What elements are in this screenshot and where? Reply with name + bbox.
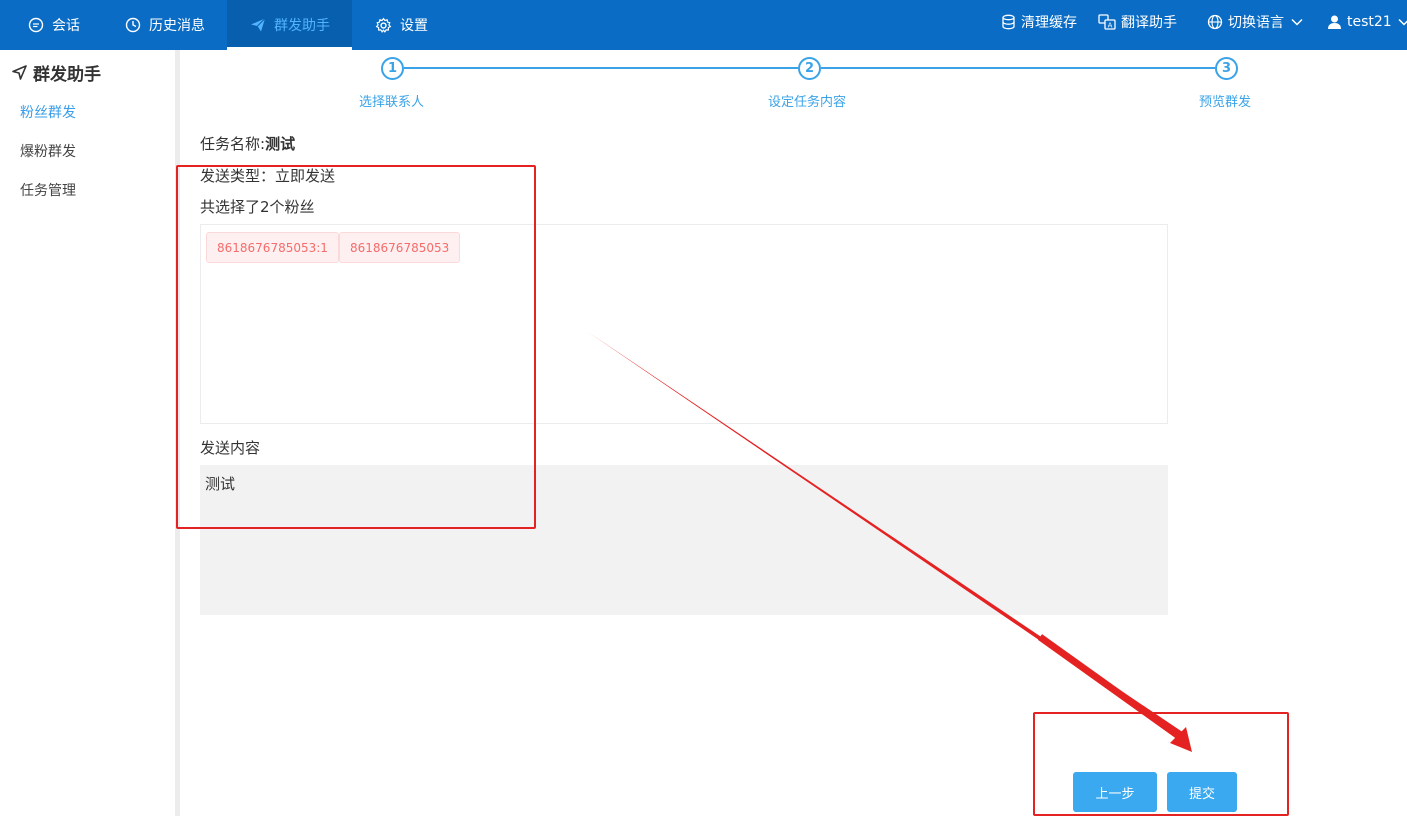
annotation-arrow-icon bbox=[588, 332, 1192, 752]
